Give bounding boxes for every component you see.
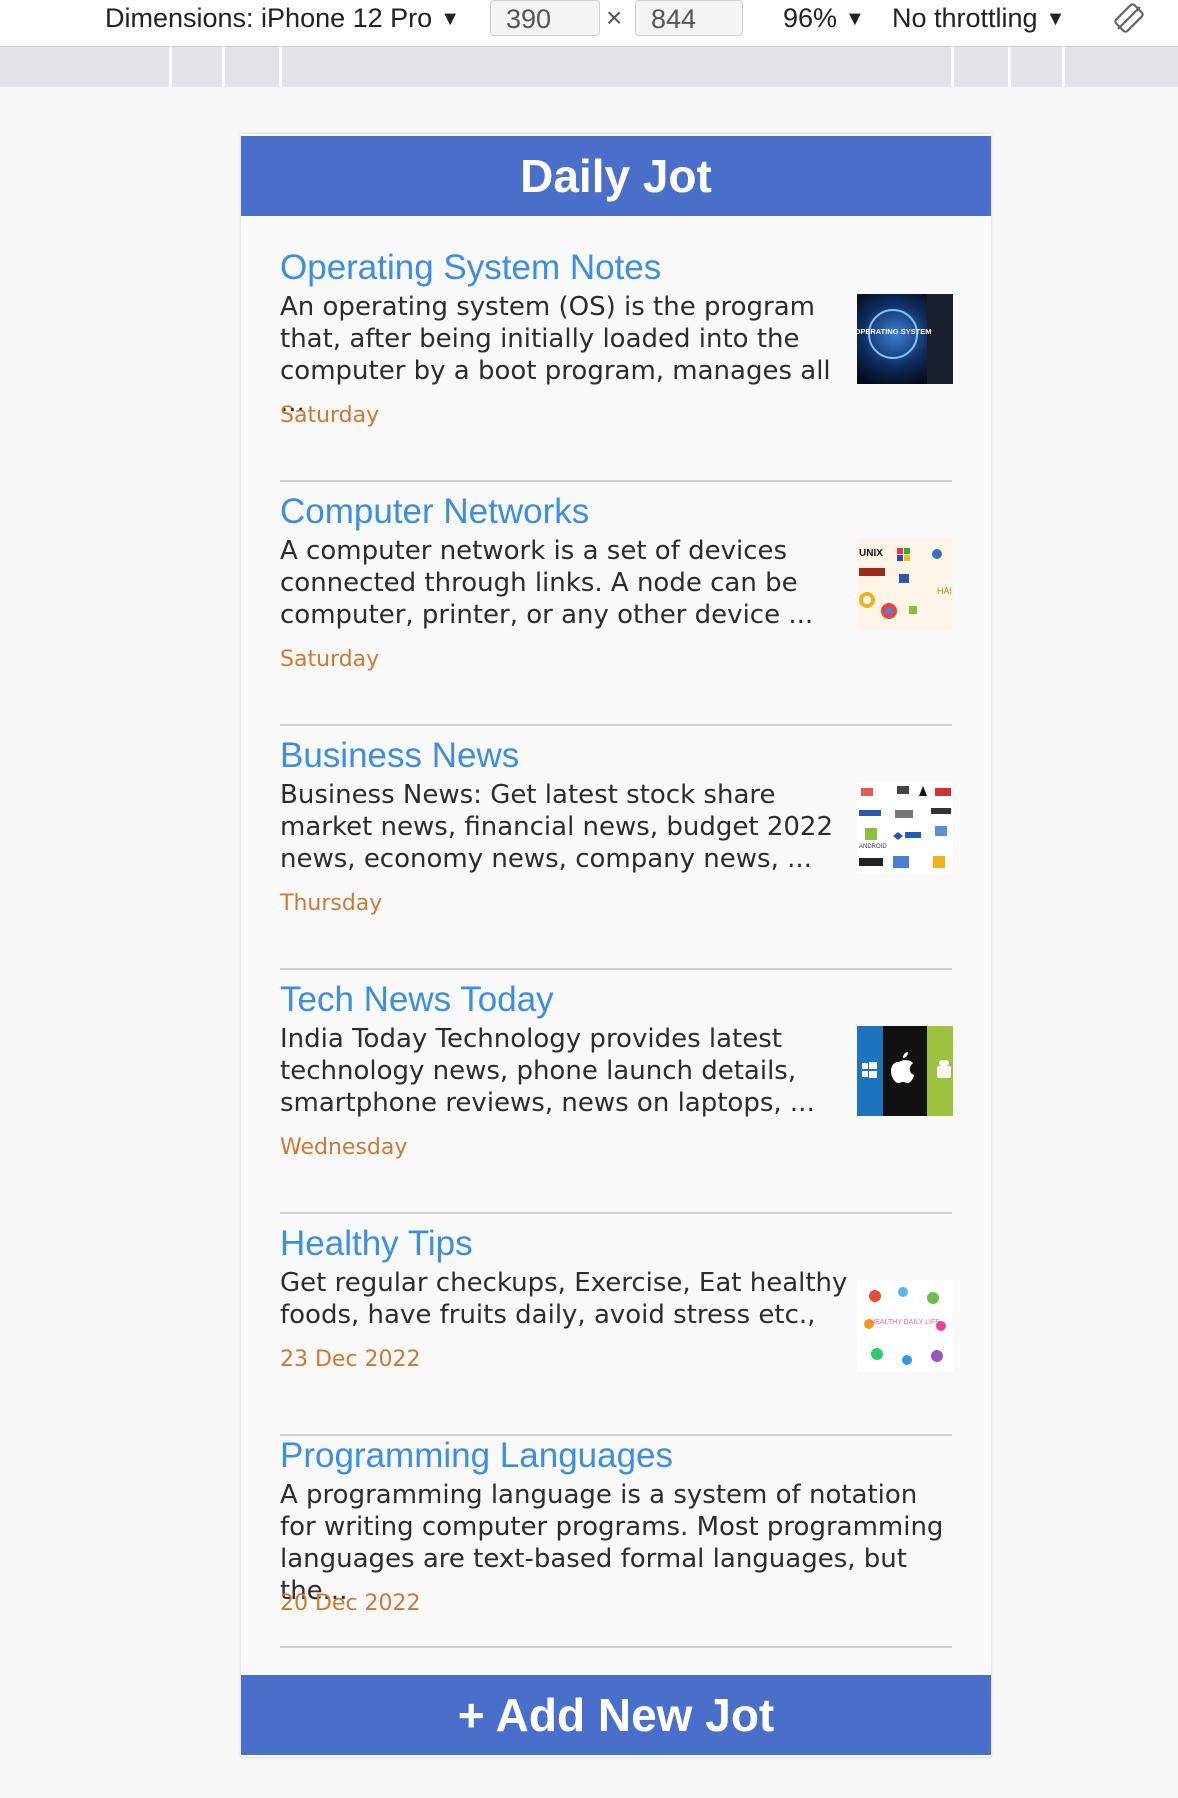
device-select[interactable]: Dimensions: iPhone 12 Pro ▼ — [105, 2, 460, 35]
note-body: India Today Technology provides latest t… — [280, 1024, 815, 1118]
thumb-text: ANDROID — [859, 844, 887, 850]
svg-text:HAI: HAI — [937, 586, 952, 596]
width-input[interactable]: 390 — [490, 0, 600, 36]
note-title[interactable]: Healthy Tips — [280, 1222, 473, 1266]
thumb-text: UNIX — [859, 548, 883, 559]
note-card-business-news[interactable]: Business News Business News: Get latest … — [280, 734, 953, 970]
zoom-select[interactable]: 96% ▼ — [783, 2, 865, 35]
note-date: Wednesday — [280, 1135, 408, 1160]
ruler-tick — [951, 47, 954, 87]
note-body: Get regular checkups, Exercise, Eat heal… — [280, 1268, 848, 1330]
note-card-programming-languages[interactable]: Programming Languages A programming lang… — [280, 1434, 952, 1648]
chevron-down-icon: ▼ — [440, 8, 460, 30]
device-label: Dimensions: iPhone 12 Pro — [105, 3, 433, 33]
note-card-operating-system[interactable]: Operating System Notes An operating syst… — [280, 246, 953, 482]
note-body: Business News: Get latest stock share ma… — [280, 780, 833, 874]
note-title[interactable]: Operating System Notes — [280, 246, 661, 290]
ruler-tick — [1062, 47, 1065, 87]
add-new-jot-button[interactable]: + Add New Jot — [241, 1675, 991, 1755]
app-title: Daily Jot — [241, 136, 991, 216]
thumb-text: HEALTHY DAILY LIFE — [870, 1319, 940, 1326]
devtools-toolbar: Dimensions: iPhone 12 Pro ▼ 390 × 844 96%… — [0, 0, 1178, 47]
note-card-healthy-tips[interactable]: Healthy Tips Get regular checkups, Exerc… — [280, 1222, 953, 1436]
note-date: Saturday — [280, 403, 380, 428]
note-title[interactable]: Tech News Today — [280, 978, 554, 1022]
note-card-computer-networks[interactable]: Computer Networks A computer network is … — [280, 490, 953, 726]
ruler-tick — [222, 47, 225, 87]
height-input[interactable]: 844 — [635, 0, 743, 36]
operating-system-thumbnail: OPERATING SYSTEM — [857, 294, 953, 384]
note-date: 20 Dec 2022 — [280, 1591, 421, 1616]
daily-jot-app: Daily Jot Operating System Notes An oper… — [241, 134, 991, 1757]
note-title[interactable]: Business News — [280, 734, 519, 778]
throttling-select[interactable]: No throttling ▼ — [892, 2, 1065, 35]
note-body: A computer network is a set of devices c… — [280, 536, 814, 630]
computer-networks-thumbnail: UNIX HAI — [857, 538, 953, 630]
note-title[interactable]: Programming Languages — [280, 1434, 673, 1478]
chevron-down-icon: ▼ — [845, 8, 865, 30]
tech-news-thumbnail — [857, 1026, 953, 1116]
note-body: An operating system (OS) is the program … — [280, 292, 831, 418]
note-date: 23 Dec 2022 — [280, 1347, 421, 1372]
note-card-tech-news-today[interactable]: Tech News Today India Today Technology p… — [280, 978, 953, 1214]
ruler-tick — [1008, 47, 1011, 87]
ruler-tick — [279, 47, 282, 87]
ruler-tick — [169, 47, 172, 87]
times-icon: × — [606, 2, 623, 33]
healthy-tips-thumbnail: HEALTHY DAILY LIFE — [857, 1280, 953, 1372]
rotate-icon[interactable] — [1112, 1, 1146, 35]
note-date: Thursday — [280, 891, 383, 916]
thumb-text: OPERATING SYSTEM — [857, 327, 931, 336]
note-date: Saturday — [280, 647, 380, 672]
chevron-down-icon: ▼ — [1045, 8, 1066, 30]
throttling-label: No throttling — [892, 3, 1038, 33]
note-title[interactable]: Computer Networks — [280, 490, 589, 534]
business-news-thumbnail: ANDROID — [857, 782, 953, 874]
device-ruler — [0, 47, 1178, 87]
zoom-label: 96% — [783, 3, 838, 33]
note-body: A programming language is a system of no… — [280, 1480, 944, 1606]
